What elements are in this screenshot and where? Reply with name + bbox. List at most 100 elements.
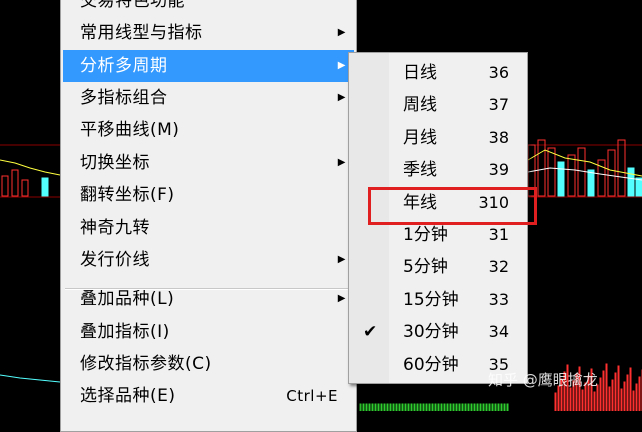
macd-bar [377,403,380,411]
macd-bar [506,403,509,411]
macd-bar [374,403,377,411]
menu-item-label: 叠加品种(L) [80,289,175,309]
submenu-item-1[interactable]: 周线 37 [351,89,525,121]
left-chart-fragment [0,159,61,383]
macd-bar [401,403,404,411]
menu-item-label: 发行价线 [80,250,150,270]
indicator-line [0,374,61,383]
submenu-item-code: 33 [488,289,509,309]
submenu-item-code: 39 [488,160,509,180]
menu-item-11[interactable]: 修改指标参数(C) [63,348,354,380]
macd-bar [599,377,602,411]
submenu-arrow-icon: ▶ [337,27,346,38]
macd-bar [497,403,500,411]
menu-item-0[interactable]: 交易特色功能 [63,0,354,17]
volume-bar [21,179,29,197]
macd-bar [569,387,572,411]
submenu-item-7[interactable]: 15分钟 33 [351,284,525,316]
submenu-arrow-icon: ▶ [337,254,346,265]
submenu-arrow-icon: ▶ [337,60,346,71]
submenu-item-2[interactable]: 月线 38 [351,122,525,154]
menu-item-10[interactable]: 叠加指标(I) [63,316,354,348]
macd-bar [422,403,425,411]
macd-bar [440,403,443,411]
macd-bar [398,403,401,411]
submenu-item-label: 60分钟 [403,354,459,375]
volume-bar [547,147,556,197]
menu-item-6[interactable]: 翻转坐标(F) [63,179,354,211]
menu-item-4[interactable]: 平移曲线(M) [63,114,354,146]
macd-bar [479,403,482,411]
menu-item-5[interactable]: 切换坐标 ▶ [63,147,354,179]
menu-item-3[interactable]: 多指标组合 ▶ [63,82,354,114]
macd-bar [419,403,422,411]
macd-bar [476,403,479,411]
submenu-item-label: 日线 [403,63,437,83]
submenu-item-code: 37 [488,95,509,115]
submenu-item-3[interactable]: 季线 39 [351,154,525,186]
checkmark-icon: ✔ [363,322,378,343]
submenu-item-code: 38 [488,127,509,147]
menu-item-8[interactable]: 发行价线 ▶ [63,244,354,276]
macd-bar [389,403,392,411]
submenu-item-label: 5分钟 [403,257,448,278]
macd-bar [365,403,368,411]
macd-bar [638,376,641,411]
ma-line [0,159,61,176]
volume-bar [587,169,595,197]
annotation-highlight-box [368,187,537,225]
volume-bar [557,161,565,197]
macd-bar [491,403,494,411]
macd-bar [611,379,614,411]
macd-bar [416,403,419,411]
volume-bar [537,139,546,197]
macd-bar [431,403,434,411]
menu-item-shortcut: Ctrl+E [286,387,338,405]
macd-bar [413,403,416,411]
macd-bar [461,403,464,411]
volume-bar [11,169,19,197]
submenu-item-code: 32 [488,257,509,277]
macd-bar [503,403,506,411]
macd-bar [623,381,626,411]
menu-item-label: 分析多周期 [80,56,168,76]
menu-item-label: 翻转坐标(F) [80,185,175,205]
submenu-item-8[interactable]: ✔ 30分钟 34 [351,316,525,348]
macd-bar [434,403,437,411]
macd-bar [437,403,440,411]
volume-bar [577,147,586,197]
macd-bar [449,403,452,411]
menu-separator [65,288,352,290]
macd-bar [371,403,374,411]
macd-bar [458,403,461,411]
menu-item-2[interactable]: 分析多周期 ▶ [63,50,354,82]
macd-bar [407,403,410,411]
macd-bar [494,403,497,411]
macd-bar [629,367,632,411]
submenu-item-code: 34 [488,322,509,342]
macd-bar [614,372,617,411]
macd-bar [473,403,476,411]
submenu-item-label: 季线 [403,160,437,181]
macd-bar [395,403,398,411]
volume-bar [567,154,576,197]
macd-bar [455,403,458,411]
submenu-item-0[interactable]: 日线 36 [351,57,525,89]
macd-bar [482,403,485,411]
menu-item-label: 平移曲线(M) [80,120,180,140]
macd-bar [380,403,383,411]
menu-item-7[interactable]: 神奇九转 [63,212,354,244]
macd-bar [485,403,488,411]
volume-bar [1,175,9,197]
volume-bar [635,177,642,197]
macd-bar [602,370,605,411]
macd-bar [470,403,473,411]
submenu-arrow-icon: ▶ [337,157,346,168]
menu-item-12[interactable]: 选择品种(E) Ctrl+E [63,380,354,412]
submenu-item-6[interactable]: 5分钟 32 [351,251,525,283]
macd-bar [410,403,413,411]
watermark-text: 知乎 @鹰眼擒龙 [488,371,598,389]
macd-bar [620,388,623,411]
volume-bar [607,149,616,197]
menu-item-1[interactable]: 常用线型与指标 ▶ [63,17,354,49]
